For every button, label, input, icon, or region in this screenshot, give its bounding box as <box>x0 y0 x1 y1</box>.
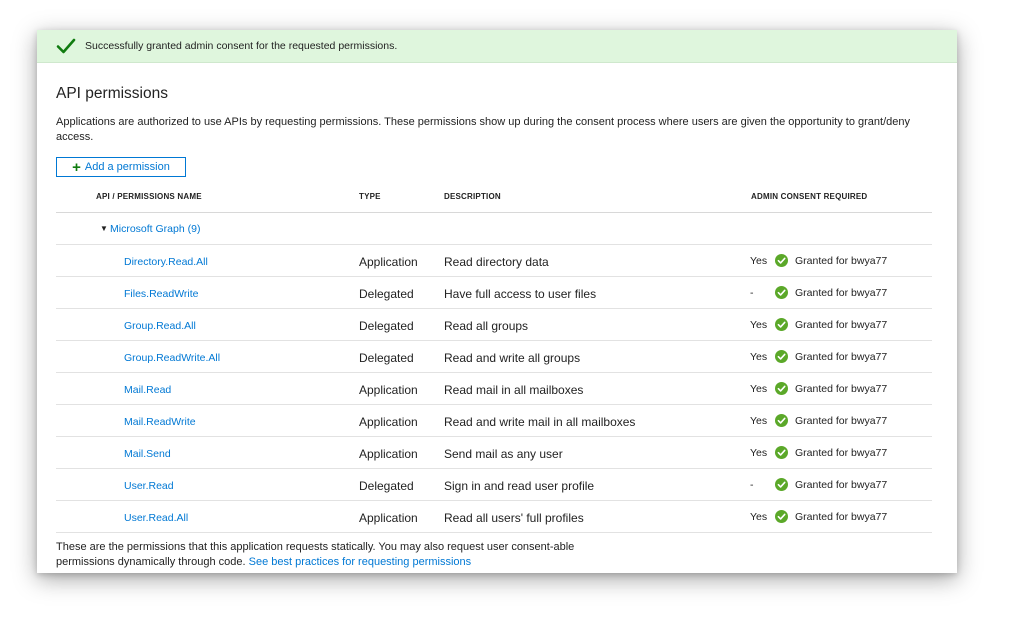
permission-name-link[interactable]: User.Read <box>124 480 174 492</box>
consent-status: Granted for bwya77 <box>795 479 888 491</box>
granted-check-icon <box>775 510 788 523</box>
table-row: Group.ReadWrite.All Delegated Read and w… <box>56 341 932 373</box>
add-permission-label: Add a permission <box>84 161 170 173</box>
permission-type: Application <box>359 511 418 525</box>
header-admin-consent: ADMIN CONSENT REQUIRED <box>751 192 868 201</box>
table-row: Mail.Read Application Read mail in all m… <box>56 373 932 405</box>
permission-type: Application <box>359 383 418 397</box>
permission-name-link[interactable]: Group.Read.All <box>124 320 196 332</box>
admin-consent-required: - <box>750 479 754 491</box>
table-row: User.Read Delegated Sign in and read use… <box>56 469 932 501</box>
permission-description: Sign in and read user profile <box>444 479 595 493</box>
granted-check-icon <box>775 382 788 395</box>
footer-note: These are the permissions that this appl… <box>56 540 616 570</box>
permissions-list: Directory.Read.All Application Read dire… <box>56 245 932 533</box>
permission-type: Application <box>359 415 418 429</box>
caret-down-icon[interactable]: ▼ <box>100 224 108 233</box>
consent-status: Granted for bwya77 <box>795 415 888 427</box>
permission-type: Application <box>359 255 418 269</box>
granted-check-icon <box>775 446 788 459</box>
admin-consent-required: Yes <box>750 383 768 395</box>
permission-description: Read all groups <box>444 319 529 333</box>
consent-status: Granted for bwya77 <box>795 287 888 299</box>
permission-name-link[interactable]: Mail.ReadWrite <box>124 416 196 428</box>
add-permission-button[interactable]: + Add a permission <box>56 157 186 177</box>
admin-consent-required: Yes <box>750 351 768 363</box>
granted-check-icon <box>775 254 788 267</box>
permission-type: Delegated <box>359 479 414 493</box>
granted-check-icon <box>775 478 788 491</box>
best-practices-link[interactable]: See best practices for requesting permis… <box>249 556 472 568</box>
consent-status: Granted for bwya77 <box>795 383 888 395</box>
permission-name-link[interactable]: Mail.Send <box>124 448 171 460</box>
admin-consent-required: Yes <box>750 255 768 267</box>
permission-description: Read all users' full profiles <box>444 511 584 525</box>
consent-status: Granted for bwya77 <box>795 319 888 331</box>
granted-check-icon <box>775 286 788 299</box>
permission-name-link[interactable]: Mail.Read <box>124 384 171 396</box>
consent-status: Granted for bwya77 <box>795 255 888 267</box>
permission-description: Read and write mail in all mailboxes <box>444 415 636 429</box>
consent-status: Granted for bwya77 <box>795 511 888 523</box>
permission-name-link[interactable]: Files.ReadWrite <box>124 288 199 300</box>
permission-description: Have full access to user files <box>444 287 597 301</box>
checkmark-icon <box>56 36 76 56</box>
permission-type: Delegated <box>359 351 414 365</box>
admin-consent-required: Yes <box>750 447 768 459</box>
api-group-link[interactable]: Microsoft Graph (9) <box>110 223 200 235</box>
header-description: DESCRIPTION <box>444 192 501 201</box>
success-message: Successfully granted admin consent for t… <box>85 40 398 52</box>
header-type: TYPE <box>359 192 381 201</box>
table-row: User.Read.All Application Read all users… <box>56 501 932 533</box>
permission-type: Delegated <box>359 319 414 333</box>
table-row: Directory.Read.All Application Read dire… <box>56 245 932 277</box>
header-permission-name: API / PERMISSIONS NAME <box>96 192 202 201</box>
permission-name-link[interactable]: User.Read.All <box>124 512 188 524</box>
granted-check-icon <box>775 318 788 331</box>
permission-type: Delegated <box>359 287 414 301</box>
table-row: Mail.ReadWrite Application Read and writ… <box>56 405 932 437</box>
success-banner: Successfully granted admin consent for t… <box>37 30 957 63</box>
permission-description: Read directory data <box>444 255 549 269</box>
permission-description: Read mail in all mailboxes <box>444 383 584 397</box>
permission-name-link[interactable]: Group.ReadWrite.All <box>124 352 220 364</box>
permission-type: Application <box>359 447 418 461</box>
granted-check-icon <box>775 350 788 363</box>
admin-consent-required: Yes <box>750 415 768 427</box>
plus-icon: + <box>72 158 81 176</box>
table-row: Files.ReadWrite Delegated Have full acce… <box>56 277 932 309</box>
granted-check-icon <box>775 414 788 427</box>
permission-description: Read and write all groups <box>444 351 581 365</box>
admin-consent-required: Yes <box>750 511 768 523</box>
table-header: API / PERMISSIONS NAME TYPE DESCRIPTION … <box>56 185 932 213</box>
permission-name-link[interactable]: Directory.Read.All <box>124 256 208 268</box>
api-group-row[interactable]: ▼ Microsoft Graph (9) <box>56 213 932 245</box>
page-description: Applications are authorized to use APIs … <box>56 116 910 143</box>
table-row: Mail.Send Application Send mail as any u… <box>56 437 932 469</box>
permissions-panel: Successfully granted admin consent for t… <box>37 30 957 573</box>
permission-description: Send mail as any user <box>444 447 563 461</box>
consent-status: Granted for bwya77 <box>795 351 888 363</box>
admin-consent-required: Yes <box>750 319 768 331</box>
admin-consent-required: - <box>750 287 754 299</box>
page-title: API permissions <box>56 85 168 102</box>
table-row: Group.Read.All Delegated Read all groups… <box>56 309 932 341</box>
consent-status: Granted for bwya77 <box>795 447 888 459</box>
